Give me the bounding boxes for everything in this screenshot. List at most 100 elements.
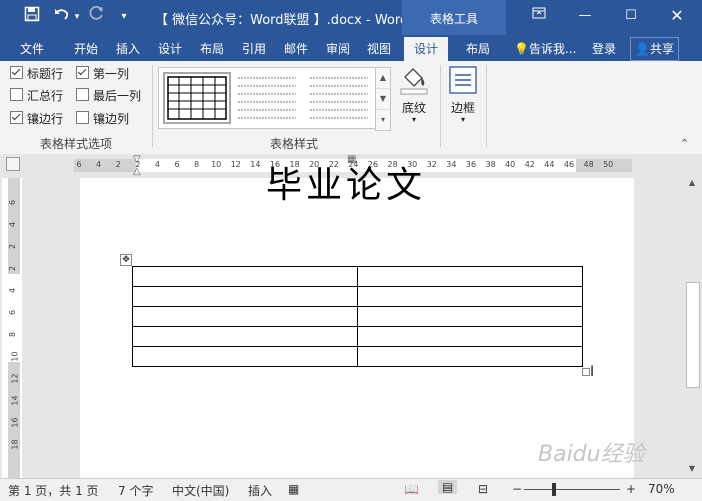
minimize-icon[interactable]: — <box>572 5 598 27</box>
shading-button[interactable]: 底纹 ▾ <box>396 65 432 131</box>
ruler-tick-label: 42 <box>524 160 535 169</box>
ruler-tick-label: 10 <box>211 160 222 169</box>
tab-insert[interactable]: 插入 <box>116 39 140 59</box>
ruler-tick-label: 32 <box>426 160 437 169</box>
print-layout-icon[interactable]: ▤ <box>438 480 458 494</box>
vertical-ruler[interactable]: 6 4 2 2 4 6 8 10 12 14 16 18 <box>2 178 22 478</box>
ruler-tick-label: 4 <box>96 160 102 169</box>
checkbox-banded-columns[interactable]: 镶边列 <box>76 110 129 128</box>
zoom-out-icon[interactable]: − <box>512 482 522 496</box>
read-mode-icon[interactable]: 📖 <box>404 482 419 496</box>
tab-design[interactable]: 设计 <box>158 39 182 59</box>
gallery-expand-icon[interactable]: ▾ <box>376 110 390 130</box>
tab-references[interactable]: 引用 <box>242 39 266 59</box>
tab-table-layout[interactable]: 布局 <box>466 39 490 59</box>
zoom-level[interactable]: 70% <box>648 482 675 496</box>
group-divider <box>440 65 441 147</box>
customize-toolbar-icon[interactable]: ▾ <box>118 6 130 28</box>
vruler-ticks: 6 4 2 2 4 6 8 10 12 14 16 18 <box>2 178 22 478</box>
tell-me-box[interactable]: 💡告诉我... <box>514 39 576 59</box>
table-cell[interactable] <box>132 286 358 307</box>
group-label-table-styles: 表格样式 <box>270 137 319 151</box>
table-style-grid-selected[interactable] <box>163 72 231 124</box>
table-cell[interactable] <box>132 306 358 327</box>
save-icon[interactable] <box>22 6 42 28</box>
gallery-scrollbar: ▲ ▼ ▾ <box>375 67 391 131</box>
ruler-tick-label: 12 <box>230 160 241 169</box>
chevron-down-icon: ▾ <box>411 115 416 124</box>
scroll-down-icon[interactable]: ▼ <box>686 464 698 473</box>
table-style-plain-2[interactable] <box>307 72 371 120</box>
table-resize-handle-icon[interactable] <box>582 368 590 376</box>
undo-dropdown-icon[interactable]: ▾ <box>72 6 82 28</box>
checkbox-header-row[interactable]: 标题行 <box>10 65 63 83</box>
table-style-plain-1[interactable] <box>235 72 299 120</box>
gallery-scroll-up-icon[interactable]: ▲ <box>376 68 390 89</box>
table-row <box>132 306 583 327</box>
zoom-in-icon[interactable]: + <box>626 482 636 496</box>
document-page[interactable]: 毕业论文 ✥ I Baidu经验 <box>80 165 645 478</box>
close-icon[interactable]: ✕ <box>664 5 690 27</box>
login-link[interactable]: 登录 <box>592 39 616 59</box>
ruler-tick-label: 36 <box>465 160 477 169</box>
web-layout-icon[interactable]: ⊟ <box>478 482 488 496</box>
checkbox-last-column[interactable]: 最后一列 <box>76 87 141 105</box>
tab-home[interactable]: 开始 <box>74 39 98 59</box>
undo-icon[interactable] <box>52 6 72 28</box>
checkbox-total-row[interactable]: 汇总行 <box>10 87 63 105</box>
language-indicator[interactable]: 中文(中国) <box>172 482 229 499</box>
tab-file[interactable]: 文件 <box>20 39 44 59</box>
group-label-style-options: 表格样式选项 <box>40 137 113 151</box>
window-title: 【 微信公众号：Word联盟 】.docx - Word <box>155 13 409 28</box>
page-count[interactable]: 第 1 页，共 1 页 <box>8 482 99 499</box>
group-divider <box>486 65 487 147</box>
tab-review[interactable]: 审阅 <box>326 39 350 59</box>
table-move-handle-icon[interactable]: ✥ <box>120 254 132 266</box>
checkbox-box <box>10 66 23 79</box>
tab-view[interactable]: 视图 <box>367 39 391 59</box>
document-heading[interactable]: 毕业论文 <box>266 156 426 208</box>
tab-layout[interactable]: 布局 <box>200 39 224 59</box>
redo-icon[interactable] <box>86 5 106 28</box>
tab-table-design[interactable]: 设计 <box>404 37 449 61</box>
ruler-tick-label: 2 <box>8 243 18 250</box>
zoom-slider[interactable] <box>524 489 620 490</box>
ribbon-tab-bar: 文件 开始 插入 设计 布局 引用 邮件 审阅 视图 设计 布局 💡告诉我...… <box>0 35 702 61</box>
table-cell[interactable] <box>132 266 358 287</box>
word-count[interactable]: 7 个字 <box>118 482 153 499</box>
zoom-slider-thumb[interactable] <box>552 483 556 496</box>
macro-record-icon[interactable]: ▦ <box>288 482 299 496</box>
gallery-scroll-down-icon[interactable]: ▼ <box>376 89 390 110</box>
table-cell[interactable] <box>357 326 583 347</box>
user-icon: 👤 <box>635 42 650 56</box>
insert-mode[interactable]: 插入 <box>248 482 272 499</box>
ruler-tick-label: 6 <box>8 309 18 316</box>
borders-button[interactable]: 边框 ▾ <box>446 65 480 131</box>
table-cell[interactable] <box>357 346 583 367</box>
context-tab-header: 表格工具 <box>402 0 506 35</box>
checkbox-label: 标题行 <box>27 67 64 81</box>
document-table[interactable] <box>132 266 583 367</box>
ruler-tick-label: 14 <box>250 160 261 169</box>
table-cell[interactable] <box>132 346 358 367</box>
ribbon-display-icon[interactable] <box>526 5 552 27</box>
shading-label: 底纹 <box>401 101 426 115</box>
share-button[interactable]: 👤共享 <box>630 37 679 61</box>
table-cell[interactable] <box>357 306 583 327</box>
maximize-icon[interactable]: ☐ <box>618 5 644 27</box>
checkbox-first-column[interactable]: 第一列 <box>76 65 129 83</box>
checkbox-banded-rows[interactable]: 镶边行 <box>10 110 63 128</box>
checkbox-box <box>76 66 89 79</box>
table-cell[interactable] <box>132 326 358 347</box>
table-cell[interactable] <box>357 266 583 287</box>
collapse-ribbon-icon[interactable]: ⌃ <box>680 137 689 150</box>
paint-bucket-icon <box>400 68 428 95</box>
table-cell[interactable] <box>357 286 583 307</box>
tell-me-text: 告诉我... <box>528 42 577 56</box>
tab-mailings[interactable]: 邮件 <box>284 39 308 59</box>
checkbox-box <box>10 111 23 124</box>
scroll-thumb[interactable] <box>686 282 700 388</box>
scroll-up-icon[interactable]: ▲ <box>686 178 698 187</box>
vertical-scrollbar[interactable]: ▲ ▼ <box>684 178 700 477</box>
table-row <box>132 326 583 347</box>
